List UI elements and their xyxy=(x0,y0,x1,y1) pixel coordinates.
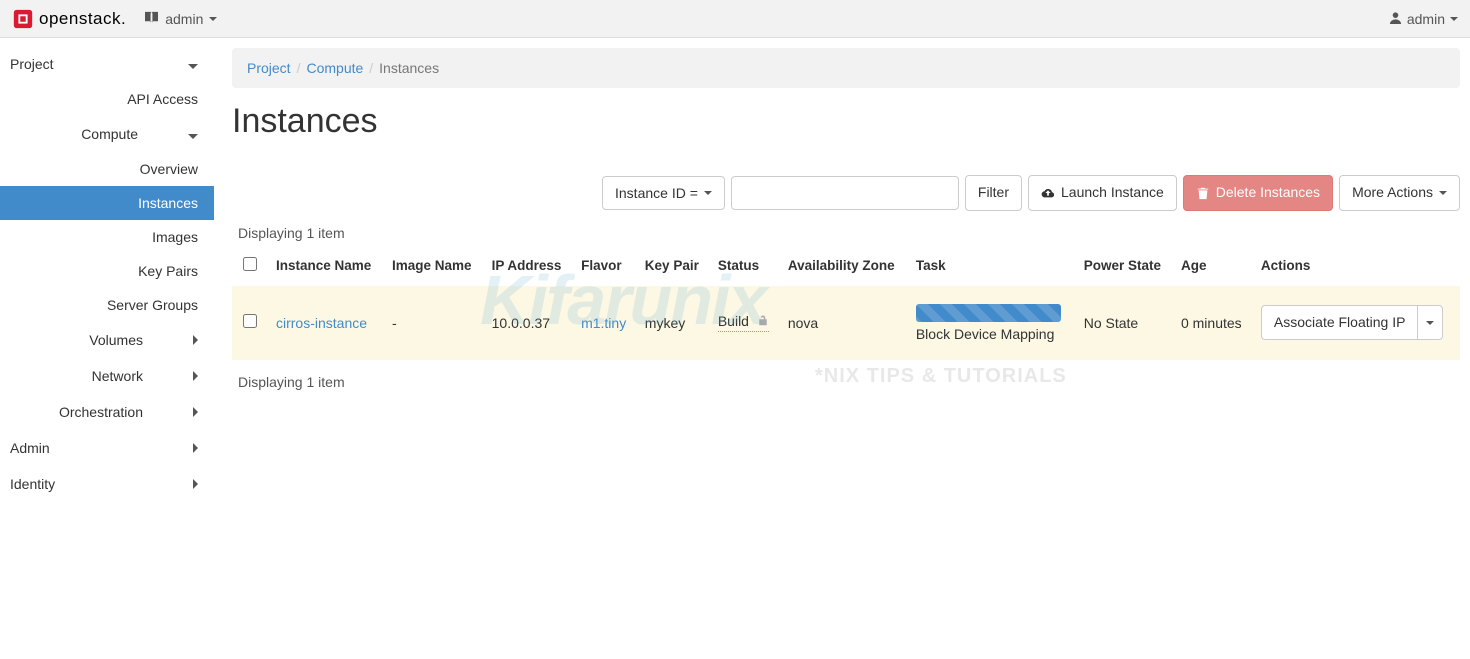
sidebar-item-label: Identity xyxy=(10,476,55,492)
topbar: openstack. admin admin xyxy=(0,0,1470,38)
sidebar-item-server-groups[interactable]: Server Groups xyxy=(0,288,214,322)
page-title: Instances xyxy=(232,102,1460,141)
button-label: Delete Instances xyxy=(1216,183,1320,203)
chevron-right-icon xyxy=(193,440,198,456)
caret-down-icon xyxy=(1426,321,1434,325)
col-task: Task xyxy=(908,245,1076,286)
col-status: Status xyxy=(710,245,780,286)
project-selector[interactable]: admin xyxy=(144,11,217,27)
cell-age: 0 minutes xyxy=(1173,286,1253,360)
col-power-state: Power State xyxy=(1076,245,1173,286)
instance-name-link[interactable]: cirros-instance xyxy=(276,315,367,331)
trash-icon xyxy=(1196,186,1210,200)
cloud-upload-icon xyxy=(1041,186,1055,200)
caret-down-icon xyxy=(1450,17,1458,21)
col-az: Availability Zone xyxy=(780,245,908,286)
sidebar-item-label: Volumes xyxy=(30,332,193,348)
cell-status: Build xyxy=(718,313,749,329)
brand-text: openstack. xyxy=(39,9,126,29)
filter-field-label: Instance ID = xyxy=(615,185,698,201)
sidebar-item-api-access[interactable]: API Access xyxy=(0,82,214,116)
sidebar-item-network[interactable]: Network xyxy=(0,358,214,394)
openstack-icon xyxy=(12,8,34,30)
row-action-dropdown[interactable] xyxy=(1417,305,1443,341)
user-menu[interactable]: admin xyxy=(1389,11,1458,27)
sidebar: Project API Access Compute Overview Inst… xyxy=(0,38,214,502)
sidebar-item-keypairs[interactable]: Key Pairs xyxy=(0,254,214,288)
chevron-right-icon xyxy=(193,404,198,420)
breadcrumb-compute[interactable]: Compute xyxy=(306,60,363,76)
chevron-right-icon xyxy=(193,476,198,492)
task-progress: Block Device Mapping xyxy=(916,304,1061,342)
select-all-checkbox[interactable] xyxy=(243,257,257,271)
caret-down-icon xyxy=(209,17,217,21)
chevron-down-icon xyxy=(188,56,198,72)
breadcrumb-current: Instances xyxy=(379,60,439,76)
sidebar-item-images[interactable]: Images xyxy=(0,220,214,254)
sidebar-item-instances[interactable]: Instances xyxy=(0,186,214,220)
row-action-group: Associate Floating IP xyxy=(1261,305,1444,341)
sidebar-item-label: Orchestration xyxy=(30,404,193,420)
filter-button[interactable]: Filter xyxy=(965,175,1022,211)
chevron-right-icon xyxy=(193,368,198,384)
cell-image-name: - xyxy=(384,286,484,360)
sidebar-item-overview[interactable]: Overview xyxy=(0,152,214,186)
col-actions: Actions xyxy=(1253,245,1460,286)
filter-field-selector[interactable]: Instance ID = xyxy=(602,176,725,210)
col-flavor: Flavor xyxy=(573,245,637,286)
table-row: cirros-instance - 10.0.0.37 m1.tiny myke… xyxy=(232,286,1460,360)
item-count-bottom: Displaying 1 item xyxy=(238,374,1460,390)
row-checkbox[interactable] xyxy=(243,314,257,328)
col-age: Age xyxy=(1173,245,1253,286)
brand-logo[interactable]: openstack. xyxy=(12,8,126,30)
delete-instances-button[interactable]: Delete Instances xyxy=(1183,175,1333,211)
col-image-name: Image Name xyxy=(384,245,484,286)
item-count-top: Displaying 1 item xyxy=(238,225,1460,241)
user-label: admin xyxy=(1407,11,1445,27)
breadcrumb: Project/Compute/Instances xyxy=(232,48,1460,88)
caret-down-icon xyxy=(704,191,712,195)
breadcrumb-project[interactable]: Project xyxy=(247,60,291,76)
cell-power-state: No State xyxy=(1076,286,1173,360)
book-icon xyxy=(144,11,159,27)
button-label: Launch Instance xyxy=(1061,183,1164,203)
sidebar-item-label: Compute xyxy=(30,126,188,142)
launch-instance-button[interactable]: Launch Instance xyxy=(1028,175,1177,211)
sidebar-item-orchestration[interactable]: Orchestration xyxy=(0,394,214,430)
sidebar-item-label: Network xyxy=(30,368,193,384)
caret-down-icon xyxy=(1439,191,1447,195)
col-ip-address: IP Address xyxy=(484,245,573,286)
more-actions-button[interactable]: More Actions xyxy=(1339,175,1460,211)
search-input[interactable] xyxy=(731,176,959,210)
flavor-link[interactable]: m1.tiny xyxy=(581,315,626,331)
cell-az: nova xyxy=(780,286,908,360)
sidebar-item-admin[interactable]: Admin xyxy=(0,430,214,466)
button-label: More Actions xyxy=(1352,183,1433,203)
main-content: Project/Compute/Instances Instances Inst… xyxy=(214,38,1470,502)
col-instance-name: Instance Name xyxy=(268,245,384,286)
cell-key-pair: mykey xyxy=(637,286,710,360)
sidebar-item-identity[interactable]: Identity xyxy=(0,466,214,502)
chevron-down-icon xyxy=(188,126,198,142)
cell-ip-address: 10.0.0.37 xyxy=(484,286,573,360)
sidebar-item-compute[interactable]: Compute xyxy=(0,116,214,152)
sidebar-item-label: Project xyxy=(10,56,54,72)
sidebar-item-project[interactable]: Project xyxy=(0,46,214,82)
instances-table: Instance Name Image Name IP Address Flav… xyxy=(232,245,1460,360)
progress-bar xyxy=(916,304,1061,322)
toolbar: Instance ID = Filter Launch Instance Del… xyxy=(232,175,1460,211)
sidebar-item-volumes[interactable]: Volumes xyxy=(0,322,214,358)
sidebar-item-label: Admin xyxy=(10,440,50,456)
task-label: Block Device Mapping xyxy=(916,326,1061,342)
unlock-icon xyxy=(757,314,769,329)
user-icon xyxy=(1389,11,1402,27)
project-label: admin xyxy=(165,11,203,27)
chevron-right-icon xyxy=(193,332,198,348)
col-key-pair: Key Pair xyxy=(637,245,710,286)
associate-floating-ip-button[interactable]: Associate Floating IP xyxy=(1261,305,1418,341)
